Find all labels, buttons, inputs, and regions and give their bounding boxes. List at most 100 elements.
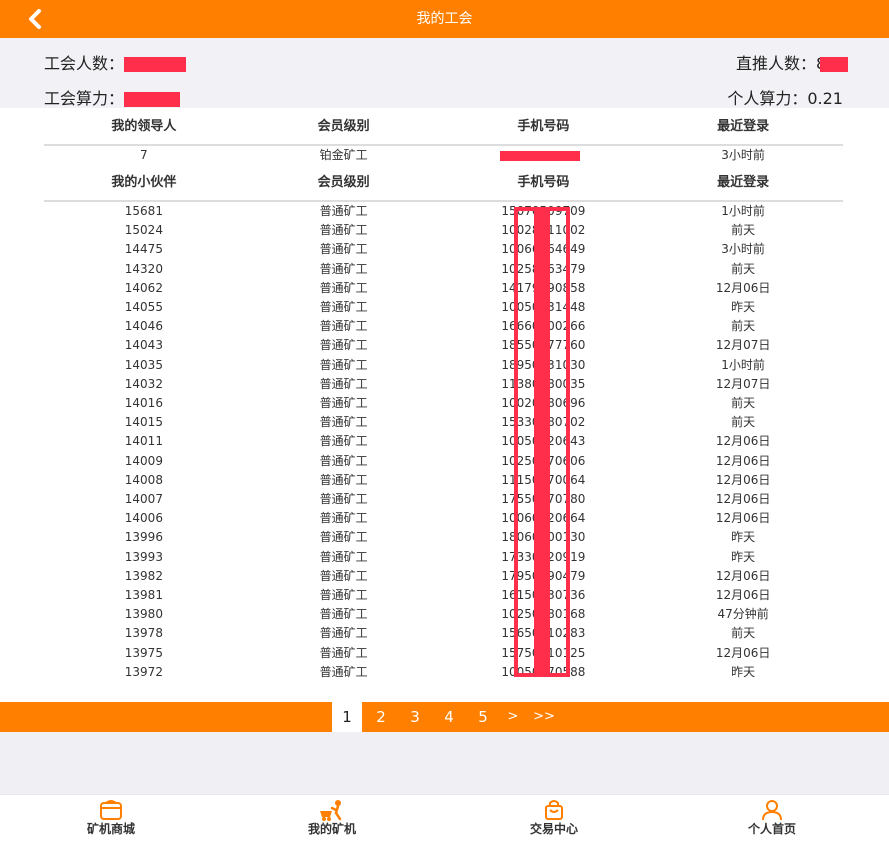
partner-level: 普通矿工 xyxy=(319,204,368,218)
partner-level: 普通矿工 xyxy=(319,242,368,257)
partner-id: 14016 xyxy=(124,396,163,410)
nav-item-my-miners[interactable]: 我的矿机 xyxy=(272,797,392,841)
direct-count-label: 直推人数： xyxy=(736,54,817,73)
partner-last-login: 昨天 xyxy=(731,664,756,679)
spacer xyxy=(0,732,889,794)
nav-item-shop[interactable]: 矿机商城 xyxy=(51,797,171,841)
page-1[interactable]: 1 xyxy=(332,702,362,732)
bag-icon xyxy=(545,800,563,820)
partner-last-login: 1小时前 xyxy=(721,204,765,218)
page-4[interactable]: 4 xyxy=(434,702,464,732)
col-header-phone: 手机号码 xyxy=(517,119,570,134)
table-row: 15024普通矿工10028311002前天 xyxy=(44,221,843,240)
partner-id: 15681 xyxy=(124,204,163,218)
miner-icon xyxy=(320,800,342,821)
partner-level: 普通矿工 xyxy=(319,549,368,564)
page-5[interactable]: 5 xyxy=(468,702,498,732)
col-header-leader: 我的领导人 xyxy=(111,119,177,134)
partner-last-login: 12月06日 xyxy=(715,280,771,295)
table-row: 13972普通矿工10050770588昨天 xyxy=(44,663,843,682)
partner-level: 普通矿工 xyxy=(319,300,368,314)
direct-count: 直推人数：8 xyxy=(736,50,849,74)
personal-power: 个人算力：0.21 xyxy=(727,89,843,108)
partner-last-login: 12月07日 xyxy=(715,376,771,391)
partner-level: 普通矿工 xyxy=(319,568,368,583)
partner-level: 普通矿工 xyxy=(319,472,368,487)
table-row: 14032普通矿工1138058003512月07日 xyxy=(44,375,843,394)
table-row: 13996普通矿工18060300130昨天 xyxy=(44,528,843,547)
partner-level: 普通矿工 xyxy=(319,530,368,545)
table-row: 14016普通矿工10020080696前天 xyxy=(44,394,843,413)
table-row: 13993普通矿工17330520919昨天 xyxy=(44,548,843,567)
partner-level: 普通矿工 xyxy=(319,588,368,602)
partner-id: 14015 xyxy=(124,415,163,430)
table-row: 14007普通矿工1755077078012月06日 xyxy=(44,490,843,509)
table-row: 14055普通矿工10050431448昨天 xyxy=(44,298,843,317)
partner-level: 普通矿工 xyxy=(319,415,368,430)
partner-id: 14320 xyxy=(124,261,163,276)
table-row: 14006普通矿工1006062066412月06日 xyxy=(44,509,843,528)
partner-id: 14032 xyxy=(124,376,163,391)
table-row: 13981普通矿工1615013073612月06日 xyxy=(44,586,843,605)
partner-level: 普通矿工 xyxy=(319,223,368,238)
person-icon xyxy=(762,800,782,821)
partner-level: 普通矿工 xyxy=(319,357,368,372)
partner-id: 13978 xyxy=(124,626,163,641)
bottom-nav: 矿机商城 我的矿机 交易中心 个人首页 xyxy=(0,794,889,843)
redaction-bar xyxy=(534,211,550,673)
partner-last-login: 1小时前 xyxy=(721,357,765,372)
union-power-label: 工会算力： xyxy=(44,89,125,108)
partner-id: 14043 xyxy=(124,338,163,353)
redacted-mask xyxy=(124,92,181,107)
partner-id: 14011 xyxy=(124,434,163,449)
page-2[interactable]: 2 xyxy=(366,702,396,732)
partner-last-login: 12月06日 xyxy=(715,511,771,526)
partner-level: 普通矿工 xyxy=(319,434,368,449)
partner-id: 14475 xyxy=(124,242,163,257)
table-row: 14046普通矿工16660100266前天 xyxy=(44,317,843,336)
partner-level: 普通矿工 xyxy=(319,664,368,679)
nav-label: 个人首页 xyxy=(747,822,796,836)
partner-level: 普通矿工 xyxy=(319,319,368,334)
partner-level: 普通矿工 xyxy=(319,280,368,295)
partner-id: 13993 xyxy=(124,549,163,564)
partner-last-login: 昨天 xyxy=(731,549,756,564)
col-header-partner: 我的小伙伴 xyxy=(111,175,177,190)
page-3[interactable]: 3 xyxy=(400,702,430,732)
table-row: 13975普通矿工1575031012512月06日 xyxy=(44,644,843,663)
partner-id: 14006 xyxy=(124,511,163,526)
table-row: 15681普通矿工150705097091小时前 xyxy=(44,202,843,221)
col-header-level: 会员级别 xyxy=(317,119,370,134)
member-count-label: 工会人数： xyxy=(44,54,125,73)
partner-last-login: 前天 xyxy=(731,261,756,276)
partner-id: 15024 xyxy=(124,223,163,238)
table-row: 14043普通矿工1855017776012月07日 xyxy=(44,336,843,355)
partner-id: 13996 xyxy=(124,530,163,545)
table-row: 14011普通矿工1005032064312月06日 xyxy=(44,432,843,451)
partner-id: 13975 xyxy=(124,645,163,660)
partner-id: 14062 xyxy=(124,280,163,295)
nav-item-trade-center[interactable]: 交易中心 xyxy=(494,797,614,841)
leader-table-header: 我的领导人 会员级别 手机号码 最近登录 xyxy=(44,116,843,138)
partner-last-login: 12月06日 xyxy=(715,492,771,506)
pagination: 1 2 3 4 5 > >> xyxy=(0,702,889,732)
partner-last-login: 昨天 xyxy=(731,300,756,314)
table-row: 14035普通矿工189507310301小时前 xyxy=(44,356,843,375)
partner-last-login: 前天 xyxy=(731,319,756,334)
col-header-last-login: 最近登录 xyxy=(717,175,770,190)
partner-level: 普通矿工 xyxy=(319,396,368,410)
nav-label: 交易中心 xyxy=(529,822,578,836)
partner-last-login: 前天 xyxy=(731,415,756,430)
partner-table-header: 我的小伙伴 会员级别 手机号码 最近登录 xyxy=(44,172,843,194)
partner-id: 14008 xyxy=(124,472,163,487)
nav-item-profile[interactable]: 个人首页 xyxy=(712,797,832,841)
shop-icon xyxy=(100,800,122,820)
partner-last-login: 12月06日 xyxy=(715,434,771,449)
last-page-button[interactable]: >> xyxy=(528,702,560,732)
leader-last-login: 3小时前 xyxy=(721,148,765,162)
table-row: 13982普通矿工1795019047912月06日 xyxy=(44,567,843,586)
partner-last-login: 3小时前 xyxy=(721,242,765,257)
next-page-button[interactable]: > xyxy=(500,702,526,732)
table-row: 14475普通矿工100666646493小时前 xyxy=(44,240,843,259)
col-header-last-login: 最近登录 xyxy=(717,119,770,134)
